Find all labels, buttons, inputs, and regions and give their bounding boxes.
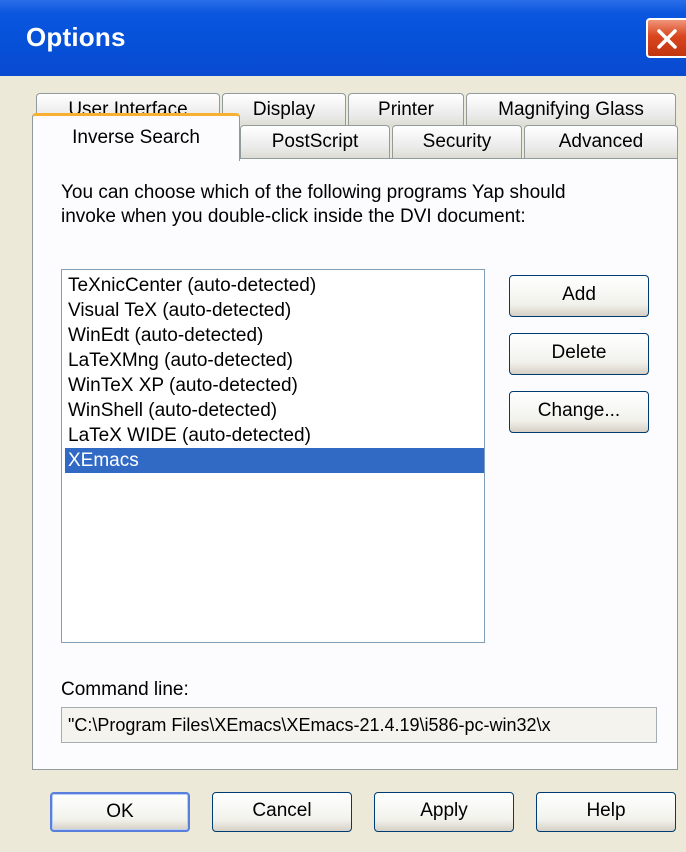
cancel-button[interactable]: Cancel bbox=[212, 792, 352, 832]
list-item[interactable]: LaTeX WIDE (auto-detected) bbox=[65, 423, 484, 448]
list-item-selected[interactable]: XEmacs bbox=[65, 448, 484, 473]
list-item[interactable]: WinTeX XP (auto-detected) bbox=[65, 373, 484, 398]
change-button[interactable]: Change... bbox=[509, 391, 649, 433]
intro-text: You can choose which of the following pr… bbox=[61, 181, 661, 229]
intro-line-1: You can choose which of the following pr… bbox=[61, 182, 566, 203]
title-bar[interactable]: Options bbox=[0, 0, 686, 76]
window-title: Options bbox=[26, 22, 126, 52]
list-item[interactable]: WinShell (auto-detected) bbox=[65, 398, 484, 423]
change-button-label: Change... bbox=[537, 400, 621, 421]
command-line-field[interactable]: "C:\Program Files\XEmacs\XEmacs-21.4.19\… bbox=[61, 707, 657, 743]
tab-security[interactable]: Security bbox=[392, 125, 522, 159]
close-icon bbox=[657, 29, 677, 49]
cancel-button-label: Cancel bbox=[252, 800, 312, 821]
add-button-label: Add bbox=[562, 284, 596, 305]
list-item[interactable]: Visual TeX (auto-detected) bbox=[65, 298, 484, 323]
delete-button[interactable]: Delete bbox=[509, 333, 649, 375]
tab-postscript[interactable]: PostScript bbox=[240, 125, 390, 159]
list-item[interactable]: LaTeXMng (auto-detected) bbox=[65, 348, 484, 373]
tab-advanced[interactable]: Advanced bbox=[524, 125, 678, 159]
tab-printer[interactable]: Printer bbox=[348, 93, 464, 127]
add-button[interactable]: Add bbox=[509, 275, 649, 317]
apply-button[interactable]: Apply bbox=[374, 792, 514, 832]
tab-inverse-search[interactable]: Inverse Search bbox=[32, 113, 240, 161]
list-item[interactable]: TeXnicCenter (auto-detected) bbox=[65, 273, 484, 298]
inverse-search-panel: You can choose which of the following pr… bbox=[32, 158, 678, 770]
program-list[interactable]: TeXnicCenter (auto-detected) Visual TeX … bbox=[61, 269, 485, 643]
list-item[interactable]: WinEdt (auto-detected) bbox=[65, 323, 484, 348]
ok-button-label: OK bbox=[106, 801, 134, 822]
help-button-label: Help bbox=[586, 800, 626, 821]
tab-display[interactable]: Display bbox=[222, 93, 346, 127]
dialog-body: User Interface Display Printer Magnifyin… bbox=[0, 76, 686, 852]
close-button[interactable] bbox=[646, 18, 686, 58]
apply-button-label: Apply bbox=[420, 800, 468, 821]
intro-line-2: invoke when you double-click inside the … bbox=[61, 206, 526, 227]
help-button[interactable]: Help bbox=[536, 792, 676, 832]
command-line-label: Command line: bbox=[61, 679, 189, 700]
ok-button[interactable]: OK bbox=[50, 792, 190, 832]
delete-button-label: Delete bbox=[551, 342, 607, 363]
tab-magnifying-glass[interactable]: Magnifying Glass bbox=[466, 93, 676, 127]
